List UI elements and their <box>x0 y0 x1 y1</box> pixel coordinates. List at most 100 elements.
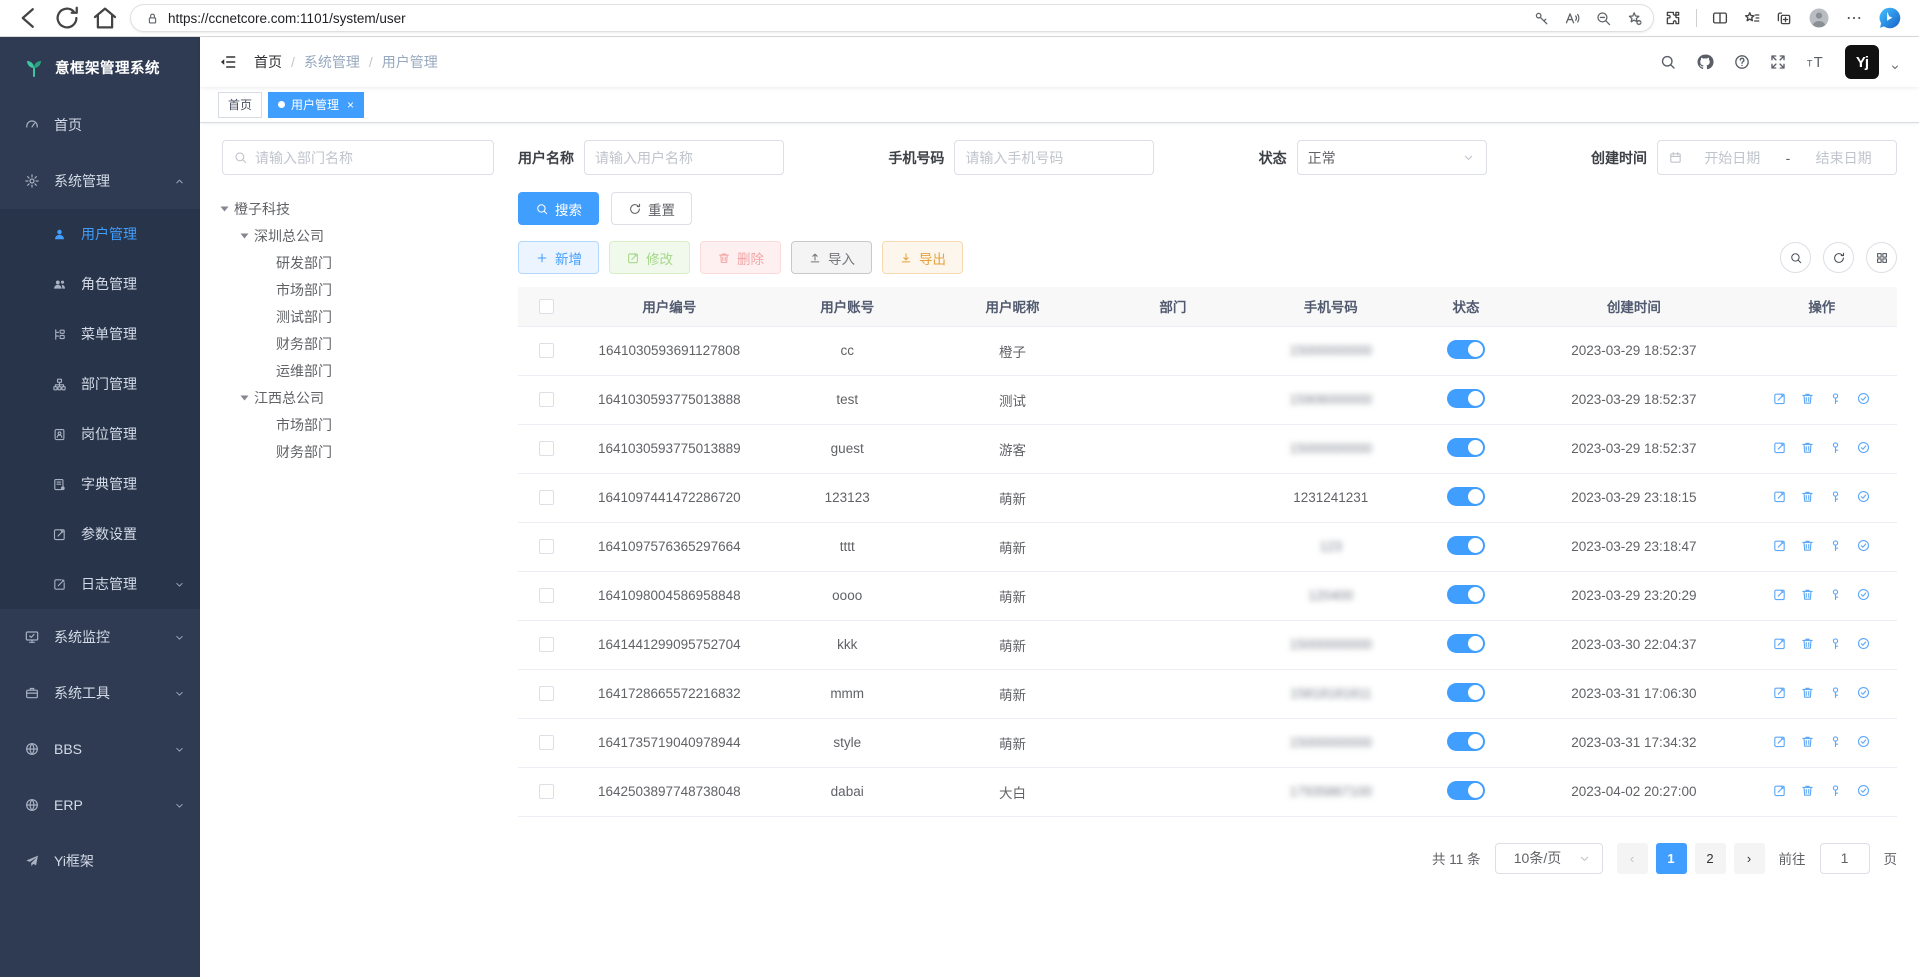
tab-1[interactable]: 用户管理× <box>268 92 364 118</box>
status-toggle[interactable] <box>1447 634 1485 653</box>
edit-user-icon[interactable] <box>1772 636 1787 651</box>
username-field[interactable] <box>595 150 773 166</box>
tree-node-9[interactable]: 财务部门 <box>222 438 494 465</box>
fullscreen-icon[interactable] <box>1769 53 1787 71</box>
browser-menu-icon[interactable] <box>1845 9 1863 27</box>
close-tab-icon[interactable]: × <box>347 98 354 112</box>
sidebar-fold-icon[interactable] <box>218 52 238 72</box>
page-size-select[interactable]: 10条/页 <box>1495 843 1603 874</box>
sidebar-item-1[interactable]: 系统管理 <box>0 153 200 209</box>
row-checkbox[interactable] <box>539 686 554 701</box>
assign-role-icon[interactable] <box>1856 587 1871 602</box>
delete-button[interactable]: 删除 <box>700 241 781 274</box>
bing-chat-icon[interactable] <box>1877 5 1903 31</box>
status-toggle[interactable] <box>1447 683 1485 702</box>
reset-password-icon[interactable] <box>1828 685 1843 700</box>
status-toggle[interactable] <box>1447 389 1485 408</box>
reset-password-icon[interactable] <box>1828 391 1843 406</box>
add-button[interactable]: 新增 <box>518 241 599 274</box>
sidebar-item-9[interactable]: 日志管理 <box>0 559 200 609</box>
tree-node-2[interactable]: 研发部门 <box>222 249 494 276</box>
status-toggle[interactable] <box>1447 340 1485 359</box>
tree-node-3[interactable]: 市场部门 <box>222 276 494 303</box>
edit-user-icon[interactable] <box>1772 538 1787 553</box>
sidebar-item-2[interactable]: 用户管理 <box>0 209 200 259</box>
status-toggle[interactable] <box>1447 585 1485 604</box>
row-checkbox[interactable] <box>539 343 554 358</box>
status-toggle[interactable] <box>1447 781 1485 800</box>
delete-user-icon[interactable] <box>1800 587 1815 602</box>
browser-refresh-icon[interactable] <box>52 3 82 33</box>
breadcrumb-item-1[interactable]: 系统管理 <box>304 52 360 72</box>
user-avatar[interactable]: Yj <box>1845 45 1879 79</box>
modify-button[interactable]: 修改 <box>609 241 690 274</box>
tree-node-1[interactable]: 深圳总公司 <box>222 222 494 249</box>
row-checkbox[interactable] <box>539 784 554 799</box>
assign-role-icon[interactable] <box>1856 489 1871 504</box>
delete-user-icon[interactable] <box>1800 440 1815 455</box>
assign-role-icon[interactable] <box>1856 636 1871 651</box>
breadcrumb-item-0[interactable]: 首页 <box>254 52 282 72</box>
sidebar-item-6[interactable]: 岗位管理 <box>0 409 200 459</box>
breadcrumb-item-2[interactable]: 用户管理 <box>382 52 438 72</box>
goto-page-field[interactable] <box>1831 850 1859 866</box>
page-button-2[interactable]: 2 <box>1695 843 1726 874</box>
collections-icon[interactable] <box>1775 9 1793 27</box>
edit-user-icon[interactable] <box>1772 734 1787 749</box>
date-range-picker[interactable]: 开始日期 - 结束日期 <box>1657 140 1897 175</box>
delete-user-icon[interactable] <box>1800 391 1815 406</box>
status-toggle[interactable] <box>1447 487 1485 506</box>
browser-profile-avatar[interactable] <box>1807 6 1831 30</box>
tree-node-5[interactable]: 财务部门 <box>222 330 494 357</box>
row-checkbox[interactable] <box>539 735 554 750</box>
tree-node-4[interactable]: 测试部门 <box>222 303 494 330</box>
edit-user-icon[interactable] <box>1772 685 1787 700</box>
refresh-table-button[interactable] <box>1823 242 1854 273</box>
sidebar-item-0[interactable]: 首页 <box>0 97 200 153</box>
edit-user-icon[interactable] <box>1772 391 1787 406</box>
browser-back-icon[interactable] <box>14 3 44 33</box>
sidebar-item-11[interactable]: 系统工具 <box>0 665 200 721</box>
import-button[interactable]: 导入 <box>791 241 872 274</box>
sidebar-item-13[interactable]: ERP <box>0 777 200 833</box>
assign-role-icon[interactable] <box>1856 734 1871 749</box>
tree-node-6[interactable]: 运维部门 <box>222 357 494 384</box>
address-bar[interactable]: https://ccnetcore.com:1101/system/user <box>130 4 1654 32</box>
assign-role-icon[interactable] <box>1856 685 1871 700</box>
status-toggle[interactable] <box>1447 536 1485 555</box>
row-checkbox[interactable] <box>539 539 554 554</box>
delete-user-icon[interactable] <box>1800 685 1815 700</box>
split-screen-icon[interactable] <box>1711 9 1729 27</box>
reset-password-icon[interactable] <box>1828 538 1843 553</box>
extensions-icon[interactable] <box>1664 9 1682 27</box>
caret-down-icon[interactable] <box>221 206 229 211</box>
page-button-1[interactable]: 1 <box>1656 843 1687 874</box>
sidebar-item-10[interactable]: 系统监控 <box>0 609 200 665</box>
reset-password-icon[interactable] <box>1828 587 1843 602</box>
next-page-button[interactable]: › <box>1734 843 1765 874</box>
header-search-icon[interactable] <box>1659 53 1677 71</box>
github-icon[interactable] <box>1695 52 1715 72</box>
delete-user-icon[interactable] <box>1800 783 1815 798</box>
goto-page-input[interactable] <box>1820 843 1870 874</box>
tree-node-8[interactable]: 市场部门 <box>222 411 494 438</box>
select-all-checkbox[interactable] <box>539 299 554 314</box>
avatar-caret-icon[interactable] <box>1889 61 1901 73</box>
zoom-out-icon[interactable] <box>1595 10 1612 27</box>
sidebar-item-7[interactable]: 字典管理 <box>0 459 200 509</box>
sidebar-item-4[interactable]: 菜单管理 <box>0 309 200 359</box>
phone-field[interactable] <box>965 150 1143 166</box>
prev-page-button[interactable]: ‹ <box>1617 843 1648 874</box>
row-checkbox[interactable] <box>539 637 554 652</box>
reset-password-icon[interactable] <box>1828 440 1843 455</box>
add-favorite-icon[interactable] <box>1626 10 1643 27</box>
sidebar-item-8[interactable]: 参数设置 <box>0 509 200 559</box>
assign-role-icon[interactable] <box>1856 391 1871 406</box>
column-settings-button[interactable] <box>1866 242 1897 273</box>
assign-role-icon[interactable] <box>1856 538 1871 553</box>
dept-search-field[interactable] <box>255 150 483 166</box>
sidebar-item-5[interactable]: 部门管理 <box>0 359 200 409</box>
sidebar-item-14[interactable]: Yi框架 <box>0 833 200 889</box>
export-button[interactable]: 导出 <box>882 241 963 274</box>
status-toggle[interactable] <box>1447 732 1485 751</box>
